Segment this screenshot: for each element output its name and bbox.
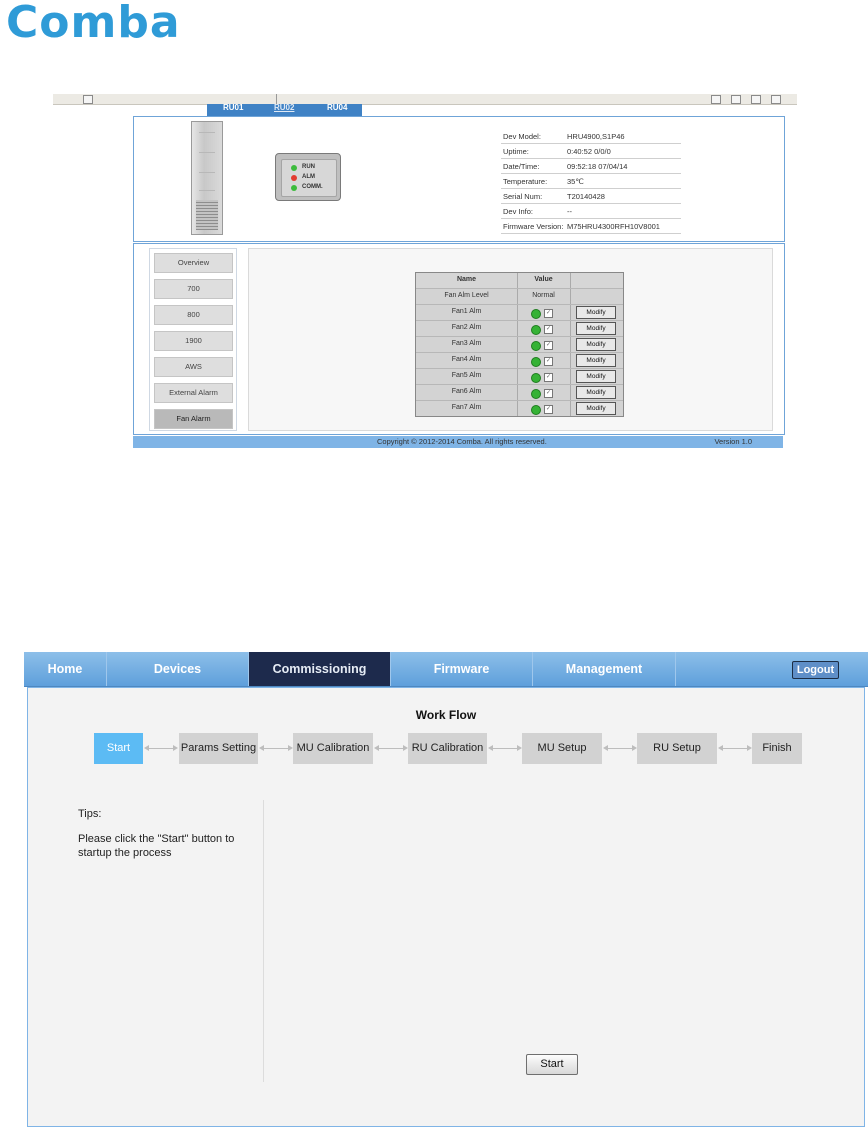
led-label: COMM. <box>302 184 323 190</box>
info-row: Uptime: 0:40:52 0/0/0 <box>501 144 681 159</box>
nav-fan-alarm[interactable]: Fan Alarm <box>154 409 233 429</box>
arrow-icon <box>259 745 293 751</box>
nav-overview[interactable]: Overview <box>154 253 233 273</box>
nav-firmware[interactable]: Firmware <box>391 652 533 686</box>
alarm-checkbox[interactable]: ✓ <box>544 309 553 318</box>
start-button[interactable]: Start <box>526 1054 578 1075</box>
step-mu-calibration[interactable]: MU Calibration <box>293 733 373 764</box>
alarm-checkbox[interactable]: ✓ <box>544 389 553 398</box>
nav-1900[interactable]: 1900 <box>154 331 233 351</box>
nav-aws[interactable]: AWS <box>154 357 233 377</box>
nav-commissioning[interactable]: Commissioning <box>249 652 391 686</box>
step-start[interactable]: Start <box>94 733 143 764</box>
tips-title: Tips: <box>78 808 102 820</box>
arrow-icon <box>144 745 178 751</box>
fan-alarm-table: Name Value Fan Alm Level Normal Fan1 Alm… <box>415 272 624 417</box>
workflow-title: Work Flow <box>415 708 477 722</box>
alarm-checkbox[interactable]: ✓ <box>544 341 553 350</box>
led-label: ALM <box>302 174 315 180</box>
copyright-text: Copyright © 2012-2014 Comba. All rights … <box>377 437 547 446</box>
nav-800[interactable]: 800 <box>154 305 233 325</box>
comba-logo: Comba <box>6 0 181 48</box>
nav-external-alarm[interactable]: External Alarm <box>154 383 233 403</box>
browser-icon <box>83 95 93 104</box>
run-led-icon <box>291 165 297 171</box>
step-params-setting[interactable]: Params Setting <box>179 733 258 764</box>
modify-button[interactable]: Modify <box>576 338 616 351</box>
home-icon[interactable] <box>711 95 721 104</box>
workflow-panel: Work Flow Start Params Setting MU Calibr… <box>27 687 865 1127</box>
logout-button[interactable]: Logout <box>792 661 839 679</box>
device-summary-panel: RUN ALM COMM. Dev Model: HRU4900,S1P46 Up… <box>133 116 785 242</box>
info-row: Serial Num: T20140428 <box>501 189 681 204</box>
modify-button[interactable]: Modify <box>576 322 616 335</box>
status-ok-icon <box>531 373 541 383</box>
nav-devices[interactable]: Devices <box>107 652 249 686</box>
table-row: Fan7 Alm ✓ Modify <box>416 401 623 416</box>
print-icon[interactable] <box>771 95 781 104</box>
led-indicator-panel: RUN ALM COMM. <box>275 153 341 201</box>
table-row: Fan1 Alm ✓ Modify <box>416 305 623 321</box>
top-nav: Home Devices Commissioning Firmware Mana… <box>24 652 868 687</box>
ru-tab-bar: RU01 RU02 RU04 <box>207 103 362 116</box>
modify-button[interactable]: Modify <box>576 354 616 367</box>
led-label: RUN <box>302 164 315 170</box>
arrow-icon <box>718 745 752 751</box>
version-text: Version 1.0 <box>714 437 752 446</box>
footer-bar: Copyright © 2012-2014 Comba. All rights … <box>133 436 783 448</box>
alarm-checkbox[interactable]: ✓ <box>544 405 553 414</box>
alarm-checkbox[interactable]: ✓ <box>544 357 553 366</box>
info-row: Firmware Version: M75HRU4300RFH10V8001 <box>501 219 681 234</box>
status-ok-icon <box>531 309 541 319</box>
commissioning-screenshot: Home Devices Commissioning Firmware Mana… <box>24 652 868 1128</box>
alarm-checkbox[interactable]: ✓ <box>544 373 553 382</box>
table-header: Name Value <box>416 273 623 289</box>
tab-ru04[interactable]: RU04 <box>327 103 347 112</box>
table-row: Fan Alm Level Normal <box>416 289 623 305</box>
arrow-icon <box>603 745 637 751</box>
side-nav: Overview 700 800 1900 AWS External Alarm… <box>149 248 237 431</box>
modify-button[interactable]: Modify <box>576 402 616 415</box>
status-ok-icon <box>531 325 541 335</box>
step-ru-calibration[interactable]: RU Calibration <box>408 733 487 764</box>
mail-icon[interactable] <box>751 95 761 104</box>
modify-button[interactable]: Modify <box>576 306 616 319</box>
alm-led-icon <box>291 175 297 181</box>
nav-home[interactable]: Home <box>24 652 107 686</box>
browser-toolbar <box>53 94 797 105</box>
device-status-screenshot: RU01 RU02 RU04 RUN ALM COMM. Dev Model: H… <box>53 94 797 448</box>
info-row: Temperature: 35℃ <box>501 174 681 189</box>
table-row: Fan4 Alm ✓ Modify <box>416 353 623 369</box>
info-row: Dev Model: HRU4900,S1P46 <box>501 129 681 144</box>
status-ok-icon <box>531 341 541 351</box>
divider <box>263 800 264 1082</box>
feeds-icon[interactable] <box>731 95 741 104</box>
table-row: Fan6 Alm ✓ Modify <box>416 385 623 401</box>
step-mu-setup[interactable]: MU Setup <box>522 733 602 764</box>
step-finish[interactable]: Finish <box>752 733 802 764</box>
table-row: Fan5 Alm ✓ Modify <box>416 369 623 385</box>
info-row: Date/Time: 09:52:18 07/04/14 <box>501 159 681 174</box>
nav-management[interactable]: Management <box>533 652 676 686</box>
comm-led-icon <box>291 185 297 191</box>
tips-text: Please click the "Start" button to start… <box>78 833 235 859</box>
arrow-icon <box>488 745 522 751</box>
status-ok-icon <box>531 389 541 399</box>
status-ok-icon <box>531 405 541 415</box>
alarm-config-panel: Overview 700 800 1900 AWS External Alarm… <box>133 243 785 435</box>
nav-700[interactable]: 700 <box>154 279 233 299</box>
modify-button[interactable]: Modify <box>576 370 616 383</box>
info-row: Dev Info: -- <box>501 204 681 219</box>
arrow-icon <box>374 745 408 751</box>
content-area: Name Value Fan Alm Level Normal Fan1 Alm… <box>248 248 773 431</box>
table-row: Fan2 Alm ✓ Modify <box>416 321 623 337</box>
tab-ru02[interactable]: RU02 <box>274 103 294 112</box>
table-row: Fan3 Alm ✓ Modify <box>416 337 623 353</box>
cabinet-image <box>191 121 223 235</box>
modify-button[interactable]: Modify <box>576 386 616 399</box>
status-ok-icon <box>531 357 541 367</box>
step-ru-setup[interactable]: RU Setup <box>637 733 717 764</box>
alarm-checkbox[interactable]: ✓ <box>544 325 553 334</box>
tab-ru01[interactable]: RU01 <box>223 103 243 112</box>
